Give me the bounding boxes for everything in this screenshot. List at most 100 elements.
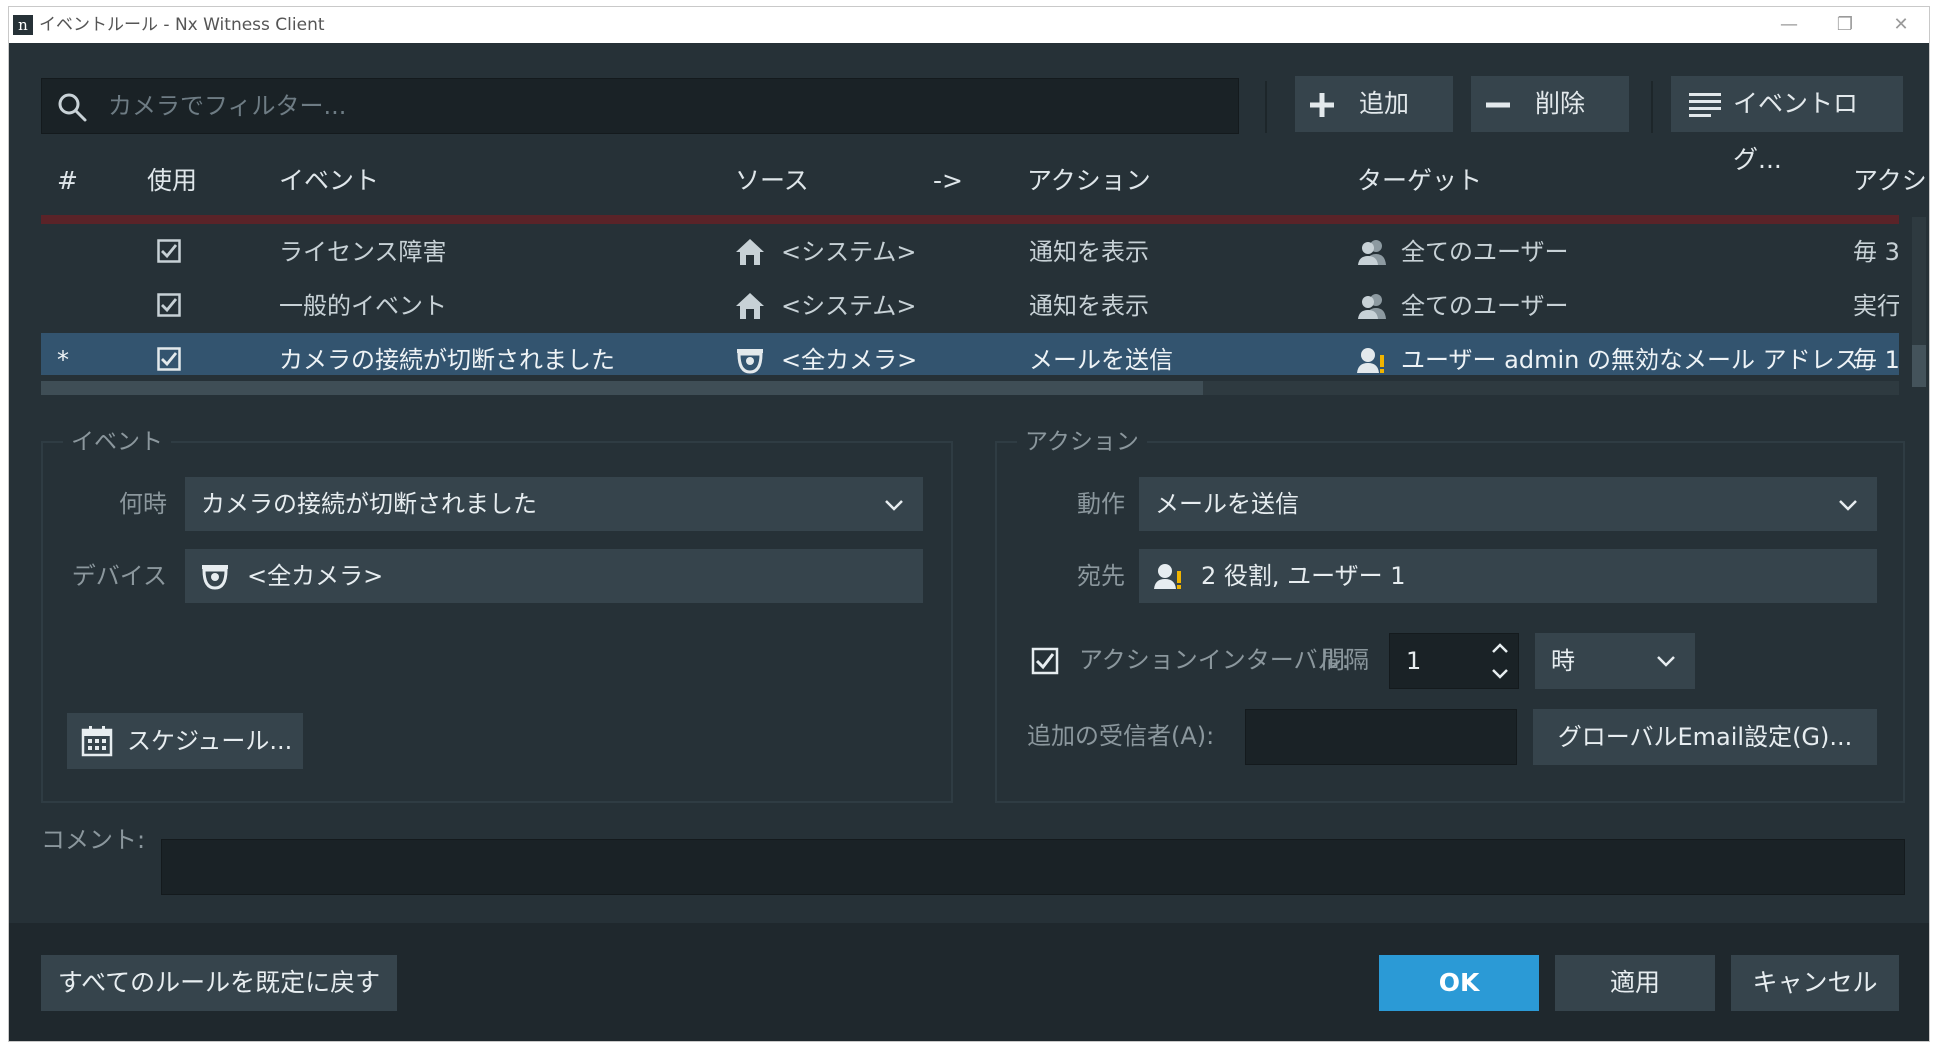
users-icon — [1358, 240, 1386, 265]
camera-filter-input[interactable] — [108, 79, 1208, 133]
event-type-dropdown[interactable]: カメラの接続が切断されました — [185, 477, 923, 531]
action-interval-label: アクションインターバル: — [1079, 646, 1350, 674]
action-label: 動作 — [1077, 490, 1125, 518]
column-event[interactable]: イベント — [279, 153, 379, 209]
plus-icon — [1310, 93, 1334, 117]
horizontal-scroll-thumb[interactable] — [41, 381, 1203, 395]
device-selector[interactable]: <全カメラ> — [185, 549, 923, 603]
dialog-footer: すべてのルールを既定に戻す OK 適用 キャンセル — [9, 923, 1929, 1041]
close-button[interactable]: ✕ — [1873, 7, 1929, 43]
global-email-settings-button[interactable]: グローバルEmail設定(G)... — [1533, 709, 1877, 765]
user-warning-icon — [1154, 564, 1181, 589]
chevron-down-icon[interactable] — [1490, 664, 1510, 684]
camera-icon — [202, 565, 228, 590]
ok-button[interactable]: OK — [1379, 955, 1539, 1011]
add-rule-button[interactable]: 追加 — [1295, 76, 1453, 132]
search-icon — [58, 93, 87, 122]
chevron-up-icon[interactable] — [1490, 638, 1510, 658]
interval-every-label: 間隔 — [1321, 646, 1369, 674]
row-action: 通知を表示 — [1029, 292, 1149, 320]
row-target: ユーザー admin の無効なメール アドレス — [1401, 346, 1859, 374]
apply-button[interactable]: 適用 — [1555, 955, 1715, 1011]
event-group-title: イベント — [63, 427, 171, 457]
chevron-down-icon — [885, 500, 903, 511]
comment-label: コメント: — [41, 826, 146, 854]
horizontal-scrollbar[interactable] — [41, 381, 1899, 395]
comment-input[interactable] — [161, 839, 1905, 895]
enabled-checkbox[interactable] — [157, 347, 181, 371]
column-source[interactable]: ソース — [735, 153, 809, 209]
row-interval: 実行 — [1853, 292, 1899, 320]
column-number[interactable]: # — [57, 153, 78, 209]
event-rules-window: n イベントルール - Nx Witness Client — ❐ ✕ 追加 — [8, 6, 1930, 1042]
house-icon — [736, 293, 764, 319]
vertical-scrollbar[interactable] — [1912, 217, 1926, 387]
interval-unit-value: 時 — [1551, 647, 1575, 675]
device-label: デバイス — [71, 562, 167, 590]
row-target: 全てのユーザー — [1401, 292, 1569, 320]
chevron-down-icon — [1839, 500, 1857, 511]
minimize-button[interactable]: — — [1761, 7, 1817, 43]
when-label: 何時 — [119, 490, 167, 518]
vertical-scroll-thumb[interactable] — [1912, 345, 1926, 387]
dialog-content: 追加 削除 イベントログ... # 使用 イベント ソース — [9, 43, 1929, 923]
event-type-value: カメラの接続が切断されました — [201, 490, 537, 518]
row-event: カメラの接続が切断されました — [279, 346, 615, 374]
schedule-button[interactable]: スケジュール... — [67, 713, 303, 769]
users-icon — [1358, 294, 1386, 319]
column-enabled[interactable]: 使用 — [147, 153, 197, 209]
interval-unit-dropdown[interactable]: 時 — [1535, 633, 1695, 689]
action-interval-checkbox[interactable] — [1031, 647, 1059, 675]
add-rule-label: 追加 — [1359, 89, 1410, 118]
action-group: アクション 動作 メールを送信 宛先 2 役割, ユーザー 1 アクションインタ… — [995, 427, 1905, 803]
row-action: 通知を表示 — [1029, 238, 1149, 266]
cancel-button[interactable]: キャンセル — [1731, 955, 1899, 1011]
action-type-dropdown[interactable]: メールを送信 — [1139, 477, 1877, 531]
camera-filter-box[interactable] — [41, 78, 1239, 134]
row-source: <システム> — [781, 292, 917, 320]
device-value: <全カメラ> — [247, 562, 384, 590]
event-group: イベント 何時 カメラの接続が切断されました デバイス <全カメラ> スケジュー… — [41, 427, 953, 803]
table-body: ライセンス障害 <システム> 通知を表示 全てのユーザー 毎 30 — [41, 225, 1899, 375]
enabled-checkbox[interactable] — [157, 239, 181, 263]
column-arrow[interactable]: -> — [933, 153, 963, 209]
event-rules-table: # 使用 イベント ソース -> アクション ターゲット アクシ ライセンス障害… — [41, 153, 1927, 395]
recipient-selector[interactable]: 2 役割, ユーザー 1 — [1139, 549, 1877, 603]
enabled-checkbox[interactable] — [157, 293, 181, 317]
house-icon — [736, 239, 764, 265]
user-warning-icon — [1357, 348, 1384, 373]
action-type-value: メールを送信 — [1155, 490, 1299, 518]
chevron-down-icon — [1657, 656, 1675, 667]
row-source: <全カメラ> — [781, 346, 918, 374]
table-row[interactable]: 一般的イベント <システム> 通知を表示 全てのユーザー 実行 — [41, 279, 1899, 333]
row-interval: 毎 1 | — [1853, 346, 1899, 374]
table-row[interactable]: ライセンス障害 <システム> 通知を表示 全てのユーザー 毎 30 — [41, 225, 1899, 279]
row-source: <システム> — [781, 238, 917, 266]
extra-recipients-input[interactable] — [1245, 709, 1517, 765]
schedule-label: スケジュール... — [127, 727, 293, 755]
table-row-selected[interactable]: * カメラの接続が切断されました <全カメラ> メールを送信 ユーザー admi… — [41, 333, 1899, 375]
list-icon — [1689, 93, 1721, 117]
recipient-value: 2 役割, ユーザー 1 — [1201, 562, 1406, 590]
title-bar: n イベントルール - Nx Witness Client — ❐ ✕ — [9, 7, 1929, 43]
interval-value: 1 — [1406, 647, 1422, 675]
delete-rule-button[interactable]: 削除 — [1471, 76, 1629, 132]
delete-rule-label: 削除 — [1535, 89, 1586, 118]
header-divider — [41, 215, 1899, 224]
toolbar-separator — [1265, 81, 1267, 133]
row-interval: 毎 30 — [1853, 238, 1899, 266]
recipient-label: 宛先 — [1077, 562, 1125, 590]
extra-recipients-label: 追加の受信者(A): — [1027, 722, 1215, 750]
action-group-title: アクション — [1017, 427, 1147, 457]
column-interval[interactable]: アクシ — [1853, 153, 1927, 209]
event-log-button[interactable]: イベントログ... — [1671, 76, 1903, 174]
row-number: * — [57, 346, 69, 374]
reset-all-rules-button[interactable]: すべてのルールを既定に戻す — [41, 955, 397, 1011]
restore-button[interactable]: ❐ — [1817, 7, 1873, 43]
row-action: メールを送信 — [1029, 346, 1173, 374]
interval-spinbox[interactable]: 1 — [1389, 633, 1519, 689]
column-action[interactable]: アクション — [1027, 153, 1151, 209]
toolbar-separator — [1651, 81, 1653, 133]
column-target[interactable]: ターゲット — [1357, 153, 1482, 209]
minus-icon — [1486, 102, 1510, 108]
